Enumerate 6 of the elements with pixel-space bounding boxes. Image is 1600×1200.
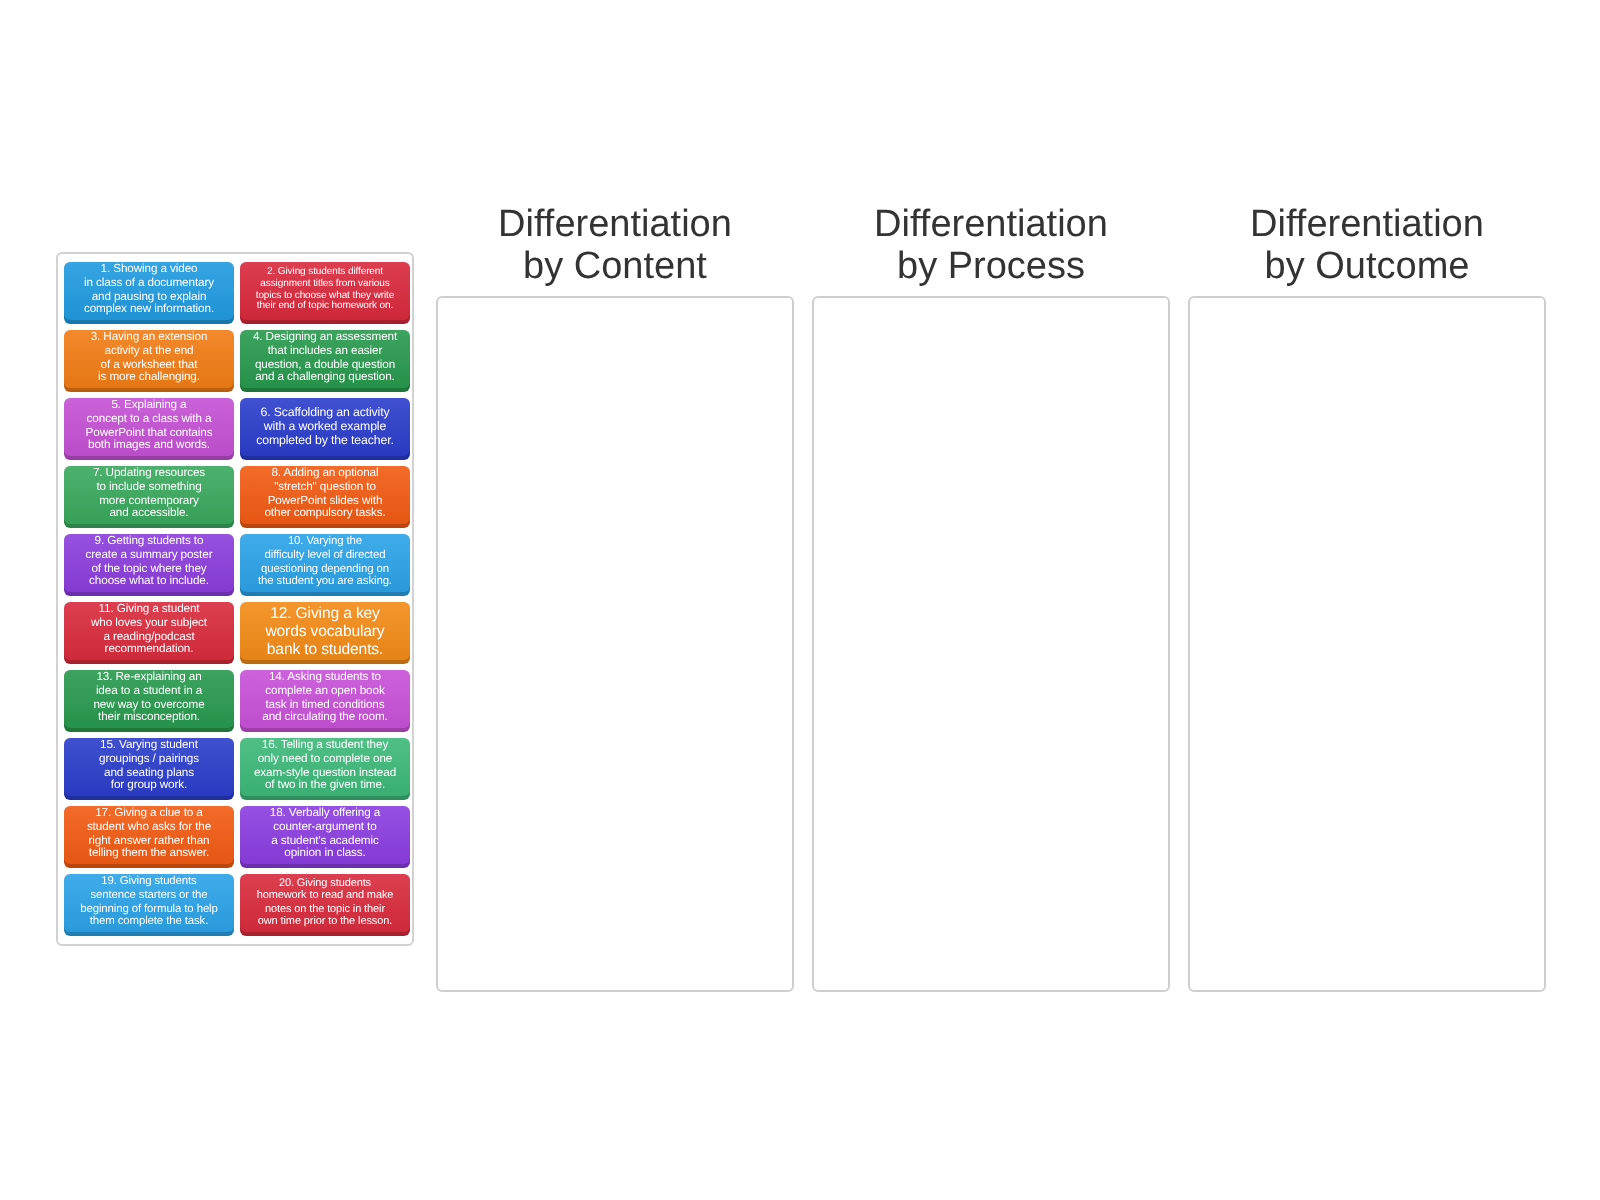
- group-heading: Differentiation by Outcome: [1248, 204, 1486, 288]
- drop-zone[interactable]: [812, 296, 1170, 992]
- drop-zone[interactable]: [1188, 296, 1546, 992]
- drop-zone[interactable]: [436, 296, 794, 992]
- group-heading: Differentiation by Content: [496, 204, 734, 288]
- group-heading: Differentiation by Process: [872, 204, 1110, 288]
